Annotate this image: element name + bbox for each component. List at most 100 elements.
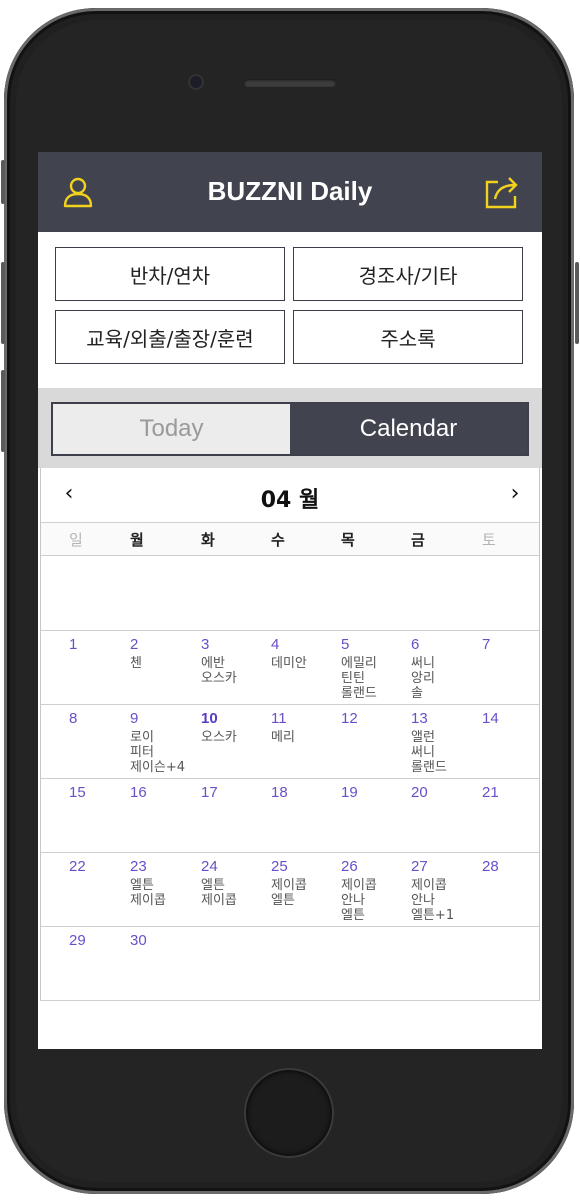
calendar-day-cell bbox=[130, 562, 200, 582]
calendar-day-cell[interactable]: 21 bbox=[482, 784, 542, 804]
tab-calendar[interactable]: Calendar bbox=[290, 404, 527, 454]
person-name: 틴틴 bbox=[341, 671, 365, 686]
day-number: 4 bbox=[271, 636, 280, 653]
calendar-day-cell[interactable]: 24 엘튼 제이콥 bbox=[201, 858, 271, 908]
day-number bbox=[69, 562, 139, 582]
earpiece-speaker bbox=[244, 79, 336, 87]
contacts-button[interactable]: 주소록 bbox=[293, 310, 523, 364]
weekday-label: 월 bbox=[130, 531, 144, 549]
weekday-label: 수 bbox=[271, 531, 285, 549]
day-number bbox=[341, 562, 411, 582]
chevron-right-icon[interactable]: › bbox=[503, 482, 527, 506]
person-name: 제이콥 bbox=[130, 893, 166, 908]
calendar-day-cell[interactable]: 6 써니 앙리 솔 bbox=[411, 636, 481, 701]
calendar-day-cell[interactable]: 12 bbox=[341, 710, 411, 730]
calendar-day-cell[interactable]: 17 bbox=[201, 784, 271, 804]
calendar-day-cell bbox=[341, 562, 411, 582]
person-name: 피터 bbox=[130, 745, 154, 760]
calendar-week-row: 29 30 bbox=[41, 926, 539, 1001]
view-switcher: Today Calendar bbox=[38, 388, 542, 468]
calendar-day-cell[interactable]: 13 앨런 써니 롤랜드 bbox=[411, 710, 481, 775]
day-number: 9 bbox=[130, 710, 139, 727]
calendar-day-cell[interactable]: 15 bbox=[69, 784, 139, 804]
calendar-day-cell[interactable]: 22 bbox=[69, 858, 139, 878]
tab-today[interactable]: Today bbox=[53, 404, 290, 454]
weekday-label: 금 bbox=[411, 531, 425, 549]
day-names: 엘튼 제이콥 bbox=[130, 878, 200, 908]
calendar-day-cell[interactable]: 2첸 bbox=[130, 636, 200, 671]
person-name: 솔 bbox=[411, 686, 423, 701]
calendar-day-cell[interactable]: 5 에밀리 틴틴 롤랜드 bbox=[341, 636, 411, 701]
calendar-day-cell[interactable]: 8 bbox=[69, 710, 139, 730]
calendar-day-cell[interactable]: 30 bbox=[130, 932, 200, 952]
calendar-day-cell[interactable]: 1 bbox=[69, 636, 139, 656]
front-camera bbox=[190, 76, 202, 88]
person-name: 롤랜드 bbox=[341, 686, 377, 701]
weekday-label: 화 bbox=[201, 531, 215, 549]
day-number bbox=[201, 932, 271, 952]
calendar-day-cell[interactable]: 3 에반 오스카 bbox=[201, 636, 271, 686]
calendar-week-row: 1 2 첸 3 에반 오스카 4 데미안 5 에밀리 틴틴 롤랜드 6 써니 앙리 솔 7 bbox=[41, 630, 539, 705]
calendar-day-cell[interactable]: 28 bbox=[482, 858, 542, 878]
day-number: 20 bbox=[411, 784, 428, 801]
person-name: 롤랜드 bbox=[411, 760, 447, 775]
calendar-day-cell[interactable]: 26 제이콥 안나 엘튼 bbox=[341, 858, 411, 923]
event-button[interactable]: 경조사/기타 bbox=[293, 247, 523, 301]
day-number: 7 bbox=[482, 636, 491, 653]
training-button[interactable]: 교육/외출/출장/훈련 bbox=[55, 310, 285, 364]
calendar-week-row: 8 9 로이 피터 제이슨+4 10 오스카 11 메리 12 13 앨런 써니 롤랜드 14 bbox=[41, 704, 539, 779]
calendar: ‹ 04 월 › 일월화수목금토 1 2 첸 3 에반 오스카 4 데미안 5 에밀리 틴틴 롤랜드 6… bbox=[40, 468, 540, 1001]
day-number: 22 bbox=[69, 858, 86, 875]
calendar-day-cell[interactable]: 16 bbox=[130, 784, 200, 804]
calendar-day-cell[interactable]: 29 bbox=[69, 932, 139, 952]
day-number: 12 bbox=[341, 710, 358, 727]
calendar-day-cell bbox=[271, 562, 341, 582]
person-name: 제이콥 bbox=[201, 893, 237, 908]
calendar-day-cell[interactable]: 20 bbox=[411, 784, 481, 804]
person-name: 써니 bbox=[411, 656, 435, 671]
day-number bbox=[271, 562, 341, 582]
day-names: 써니 앙리 솔 bbox=[411, 656, 481, 701]
calendar-day-cell[interactable]: 10 오스카 bbox=[201, 710, 271, 745]
calendar-day-cell[interactable]: 7 bbox=[482, 636, 542, 656]
person-name: 앨런 bbox=[411, 730, 435, 745]
calendar-day-cell[interactable]: 4 데미안 bbox=[271, 636, 341, 671]
person-name: 첸 bbox=[130, 656, 142, 671]
day-number: 24 bbox=[201, 858, 218, 875]
person-name: 안나 bbox=[411, 893, 435, 908]
day-names: 메리 bbox=[271, 730, 341, 745]
day-number: 11 bbox=[271, 710, 287, 727]
person-name: 제이슨+4 bbox=[130, 760, 186, 775]
calendar-day-cell[interactable]: 27 제이콥 안나 엘튼+1 bbox=[411, 858, 481, 923]
share-icon[interactable] bbox=[484, 174, 520, 210]
day-number: 18 bbox=[271, 784, 288, 801]
person-name: 로이 bbox=[130, 730, 154, 745]
calendar-week-row: 15 16 17 18 19 20 21 bbox=[41, 778, 539, 853]
volume-up-button bbox=[1, 262, 5, 344]
day-number: 5 bbox=[341, 636, 350, 653]
day-number: 1 bbox=[69, 636, 78, 653]
day-number: 14 bbox=[482, 710, 499, 727]
calendar-day-cell[interactable]: 19 bbox=[341, 784, 411, 804]
day-number bbox=[341, 932, 411, 952]
calendar-day-cell[interactable]: 9 로이 피터 제이슨+4 bbox=[130, 710, 200, 775]
day-names: 제이콥 엘튼 bbox=[271, 878, 341, 908]
calendar-day-cell[interactable]: 14 bbox=[482, 710, 542, 730]
home-button[interactable] bbox=[246, 1070, 332, 1156]
day-names: 오스카 bbox=[201, 730, 271, 745]
calendar-day-cell[interactable]: 18 bbox=[271, 784, 341, 804]
person-name: 메리 bbox=[271, 730, 295, 745]
calendar-day-cell[interactable]: 23 엘튼 제이콥 bbox=[130, 858, 200, 908]
day-number: 15 bbox=[69, 784, 86, 801]
leave-button[interactable]: 반차/연차 bbox=[55, 247, 285, 301]
day-names: 제이콥 안나 엘튼+1 bbox=[411, 878, 481, 923]
app-header: BUZZNI Daily bbox=[38, 152, 542, 232]
day-number bbox=[411, 562, 481, 582]
calendar-day-cell bbox=[271, 932, 341, 952]
day-number: 13 bbox=[411, 710, 428, 727]
person-name: 제이콥 bbox=[271, 878, 307, 893]
calendar-day-cell[interactable]: 25 제이콥 엘튼 bbox=[271, 858, 341, 908]
person-name: 엘튼 bbox=[271, 893, 295, 908]
calendar-day-cell[interactable]: 11 메리 bbox=[271, 710, 341, 745]
day-number: 28 bbox=[482, 858, 499, 875]
